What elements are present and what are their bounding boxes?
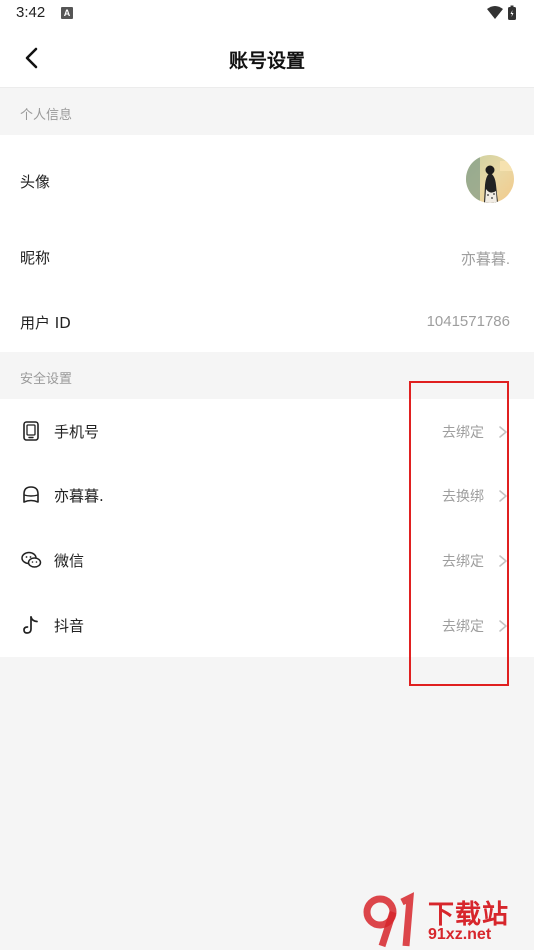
status-time: 3:42 [16,4,46,21]
page-title: 账号设置 [228,50,305,72]
avatar-row[interactable]: 头像 [0,135,534,225]
user-id-value: 1041571786 [426,313,510,330]
nickname-row[interactable]: 昵称 亦暮暮. [0,225,534,289]
security-section-title: 安全设置 [20,372,73,387]
watermark-logo-icon [363,892,415,948]
nickname-label: 昵称 [20,249,51,267]
status-indicators [486,5,520,25]
watermark-url: 91xz.net [428,926,492,943]
wechat-icon [20,549,42,571]
phone-icon [20,420,42,442]
status-bar: 3:42 A [0,0,534,28]
personal-info-group: 头像 昵称 亦暮暮. 用户 ID 1041571786 [0,135,534,352]
user-id-row: 用户 ID 1041571786 [0,289,534,352]
notification-icon: A [61,7,73,19]
avatar-image [466,155,514,203]
personal-section-header: 个人信息 [0,89,534,135]
user-icon [20,484,42,506]
personal-section-title: 个人信息 [20,108,73,123]
avatar[interactable] [466,155,514,203]
douyin-label: 抖音 [54,617,85,635]
user-id-label: 用户 ID [20,314,71,332]
avatar-label: 头像 [20,173,51,191]
phone-label: 手机号 [54,423,100,441]
account-label: 亦暮暮. [54,487,104,505]
wifi-battery-icon [487,5,516,20]
wechat-label: 微信 [54,552,85,570]
douyin-icon [20,614,42,636]
highlight-box [409,381,509,686]
watermark: 下载站 91xz.net [362,892,532,948]
nav-bar: 账号设置 [0,28,534,88]
nickname-value: 亦暮暮. [460,251,510,268]
